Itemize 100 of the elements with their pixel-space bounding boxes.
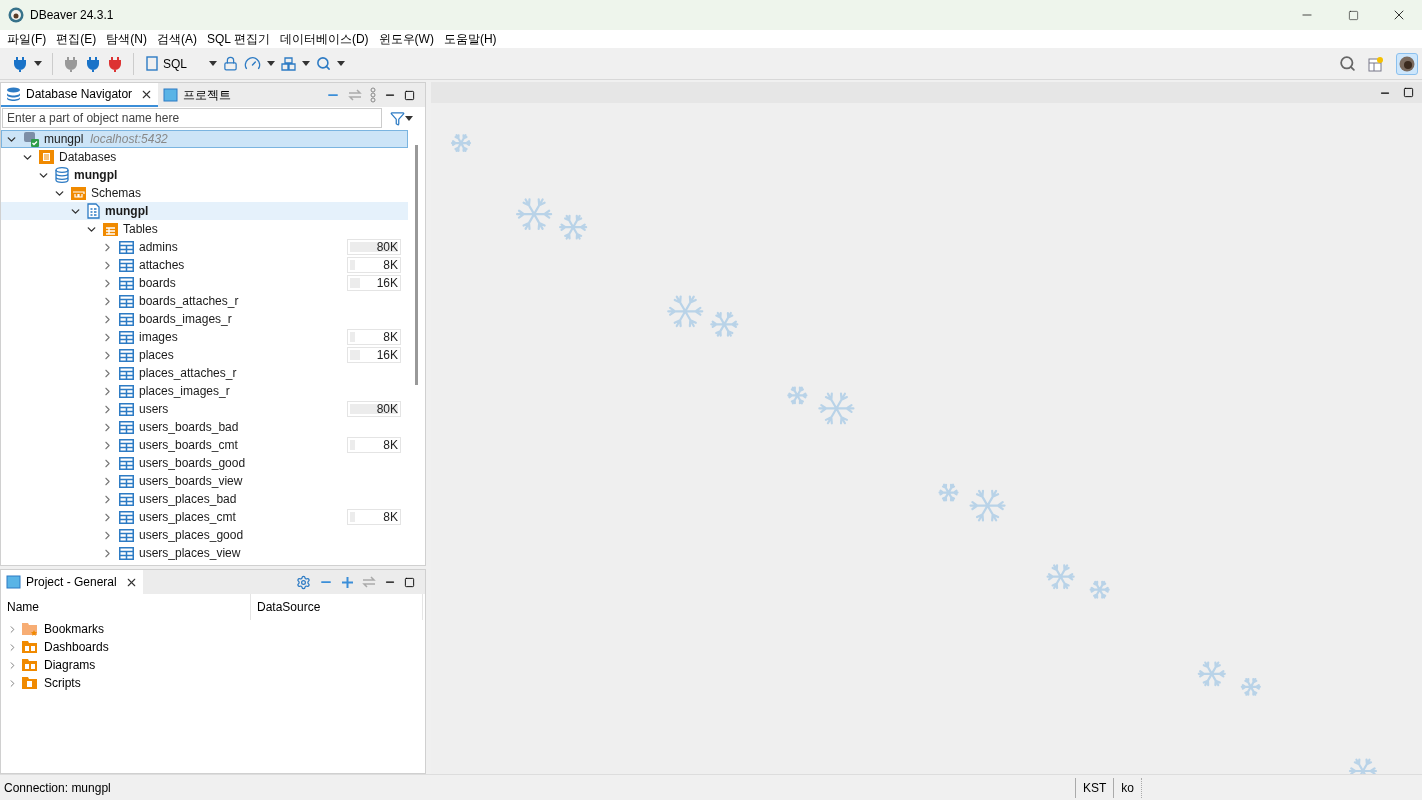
table-size: 16K: [376, 347, 398, 364]
tree-item-label: places_attaches_r: [139, 365, 237, 382]
document-icon: [146, 56, 158, 71]
tree-item-label: boards_attaches_r: [139, 293, 239, 310]
more-icon[interactable]: [370, 87, 376, 103]
menu-item[interactable]: 편집(E): [51, 30, 102, 48]
tree-item[interactable]: users_places_good: [1, 526, 408, 544]
tree-item[interactable]: boards 16K: [1, 274, 408, 292]
tree-item-label: users_places_view: [139, 545, 241, 562]
tree-item[interactable]: users_places_cmt 8K: [1, 508, 408, 526]
project-item-label: Dashboards: [44, 639, 109, 656]
tree-item-label: Schemas: [91, 185, 142, 202]
tree-item[interactable]: Databases: [1, 148, 408, 166]
filter-icon[interactable]: [390, 110, 405, 126]
dropdown-caret-icon[interactable]: [267, 61, 275, 66]
table-icon: [119, 528, 134, 542]
dropdown-caret-icon[interactable]: [34, 61, 42, 66]
tree-item-label: users_places_good: [139, 527, 244, 544]
tree-item[interactable]: boards_attaches_r: [1, 292, 408, 310]
dropdown-caret-icon[interactable]: [302, 61, 310, 66]
stop-plug-icon[interactable]: [107, 55, 123, 72]
menu-item[interactable]: SQL 편집기: [202, 30, 275, 48]
panel-tab[interactable]: Database Navigator: [1, 83, 159, 107]
gauge-icon[interactable]: [244, 55, 261, 72]
project-tree-item[interactable]: Dashboards: [1, 638, 425, 656]
tree-item[interactable]: users_boards_good: [1, 454, 408, 472]
connection-status: Connection: mungpl: [4, 779, 111, 797]
tree-item[interactable]: places_images_r: [1, 382, 408, 400]
tree-item[interactable]: places_attaches_r: [1, 364, 408, 382]
tree-item[interactable]: users_boards_cmt 8K: [1, 436, 408, 454]
tree-item[interactable]: boards_images_r: [1, 310, 408, 328]
tree-item[interactable]: images 8K: [1, 328, 408, 346]
tree-item[interactable]: places 16K: [1, 346, 408, 364]
settings-icon[interactable]: [296, 574, 311, 590]
lock-icon[interactable]: [223, 56, 238, 71]
column-header[interactable]: Name: [1, 594, 251, 620]
panel-tab[interactable]: 프로젝트: [158, 83, 237, 107]
tree-item-label: mungpl: [74, 167, 118, 184]
link-arrows-icon[interactable]: [348, 89, 362, 101]
tree-item[interactable]: Tables: [1, 220, 408, 238]
table-icon: [119, 312, 134, 326]
menu-item[interactable]: 파일(F): [2, 30, 52, 48]
reconnect-plug-icon[interactable]: [85, 55, 101, 72]
star-folder-icon: [22, 622, 38, 636]
maximize-icon[interactable]: [404, 576, 415, 588]
project-tree-item[interactable]: Bookmarks: [1, 620, 425, 638]
menu-item[interactable]: 데이터베이스(D): [274, 30, 374, 48]
search-icon[interactable]: [1339, 55, 1356, 72]
tree-item[interactable]: mungpl localhost:5432: [1, 130, 408, 148]
tree-item[interactable]: users_places_bad: [1, 490, 408, 508]
table-size: 8K: [383, 257, 398, 274]
tree-item[interactable]: attaches 8K: [1, 256, 408, 274]
tree-item-label: users_places_bad: [139, 491, 237, 508]
dropdown-caret-icon[interactable]: [337, 61, 345, 66]
tree-item-label: users_places_cmt: [139, 509, 236, 526]
maximize-icon[interactable]: [404, 89, 415, 101]
table-icon: [119, 240, 134, 254]
tree-item-label: mungpl: [44, 131, 84, 148]
tree-item[interactable]: Schemas: [1, 184, 408, 202]
table-icon: [119, 294, 134, 308]
tree-item[interactable]: users_places_view: [1, 544, 408, 562]
menu-item[interactable]: 윈도우(W): [373, 30, 439, 48]
tree-item[interactable]: users_boards_view: [1, 472, 408, 490]
menu-item[interactable]: 검색(A): [152, 30, 202, 48]
disconnect-plug-icon[interactable]: [63, 55, 79, 72]
table-icon: [119, 546, 134, 560]
project-item-label: Bookmarks: [44, 621, 105, 638]
window-title: DBeaver 24.3.1: [30, 7, 114, 24]
dropdown-caret-icon[interactable]: [405, 115, 413, 121]
link-arrows-icon[interactable]: [362, 576, 376, 588]
folder-icon: [22, 640, 38, 654]
search-icon[interactable]: [316, 56, 331, 71]
new-window-icon[interactable]: [1368, 55, 1384, 72]
tree-item[interactable]: admins 80K: [1, 238, 408, 256]
maximize-icon[interactable]: [1403, 87, 1414, 98]
database-icon: [55, 167, 69, 183]
dropdown-caret-icon[interactable]: [209, 61, 217, 66]
scrollbar[interactable]: [415, 145, 418, 385]
table-icon: [119, 420, 134, 434]
project-tree-item[interactable]: Scripts: [1, 674, 425, 692]
project-tree-item[interactable]: Diagrams: [1, 656, 425, 674]
boxes-icon[interactable]: [281, 56, 296, 71]
sql-editor-button[interactable]: SQL: [144, 54, 189, 73]
tree-item-label: Tables: [123, 221, 158, 238]
perspective-button[interactable]: [1396, 52, 1418, 75]
menu-item[interactable]: 탐색(N): [101, 30, 152, 48]
tree-item[interactable]: mungpl: [1, 166, 408, 184]
tree-item[interactable]: users 80K: [1, 400, 408, 418]
plus-icon[interactable]: [341, 575, 354, 589]
tree-item[interactable]: mungpl: [1, 202, 408, 220]
filter-field[interactable]: Enter a part of object name here: [2, 108, 382, 128]
column-header[interactable]: DataSource: [251, 594, 423, 620]
tree-item-label: places: [139, 347, 174, 364]
tree-item[interactable]: users_boards_bad: [1, 418, 408, 436]
panel-tab[interactable]: Project - General: [1, 570, 143, 594]
project-item-label: Scripts: [44, 675, 81, 692]
avatar-icon: [1399, 55, 1415, 72]
menu-item[interactable]: 도움말(H): [438, 30, 502, 48]
table-icon: [119, 402, 134, 416]
new-connection-icon[interactable]: [12, 55, 28, 72]
